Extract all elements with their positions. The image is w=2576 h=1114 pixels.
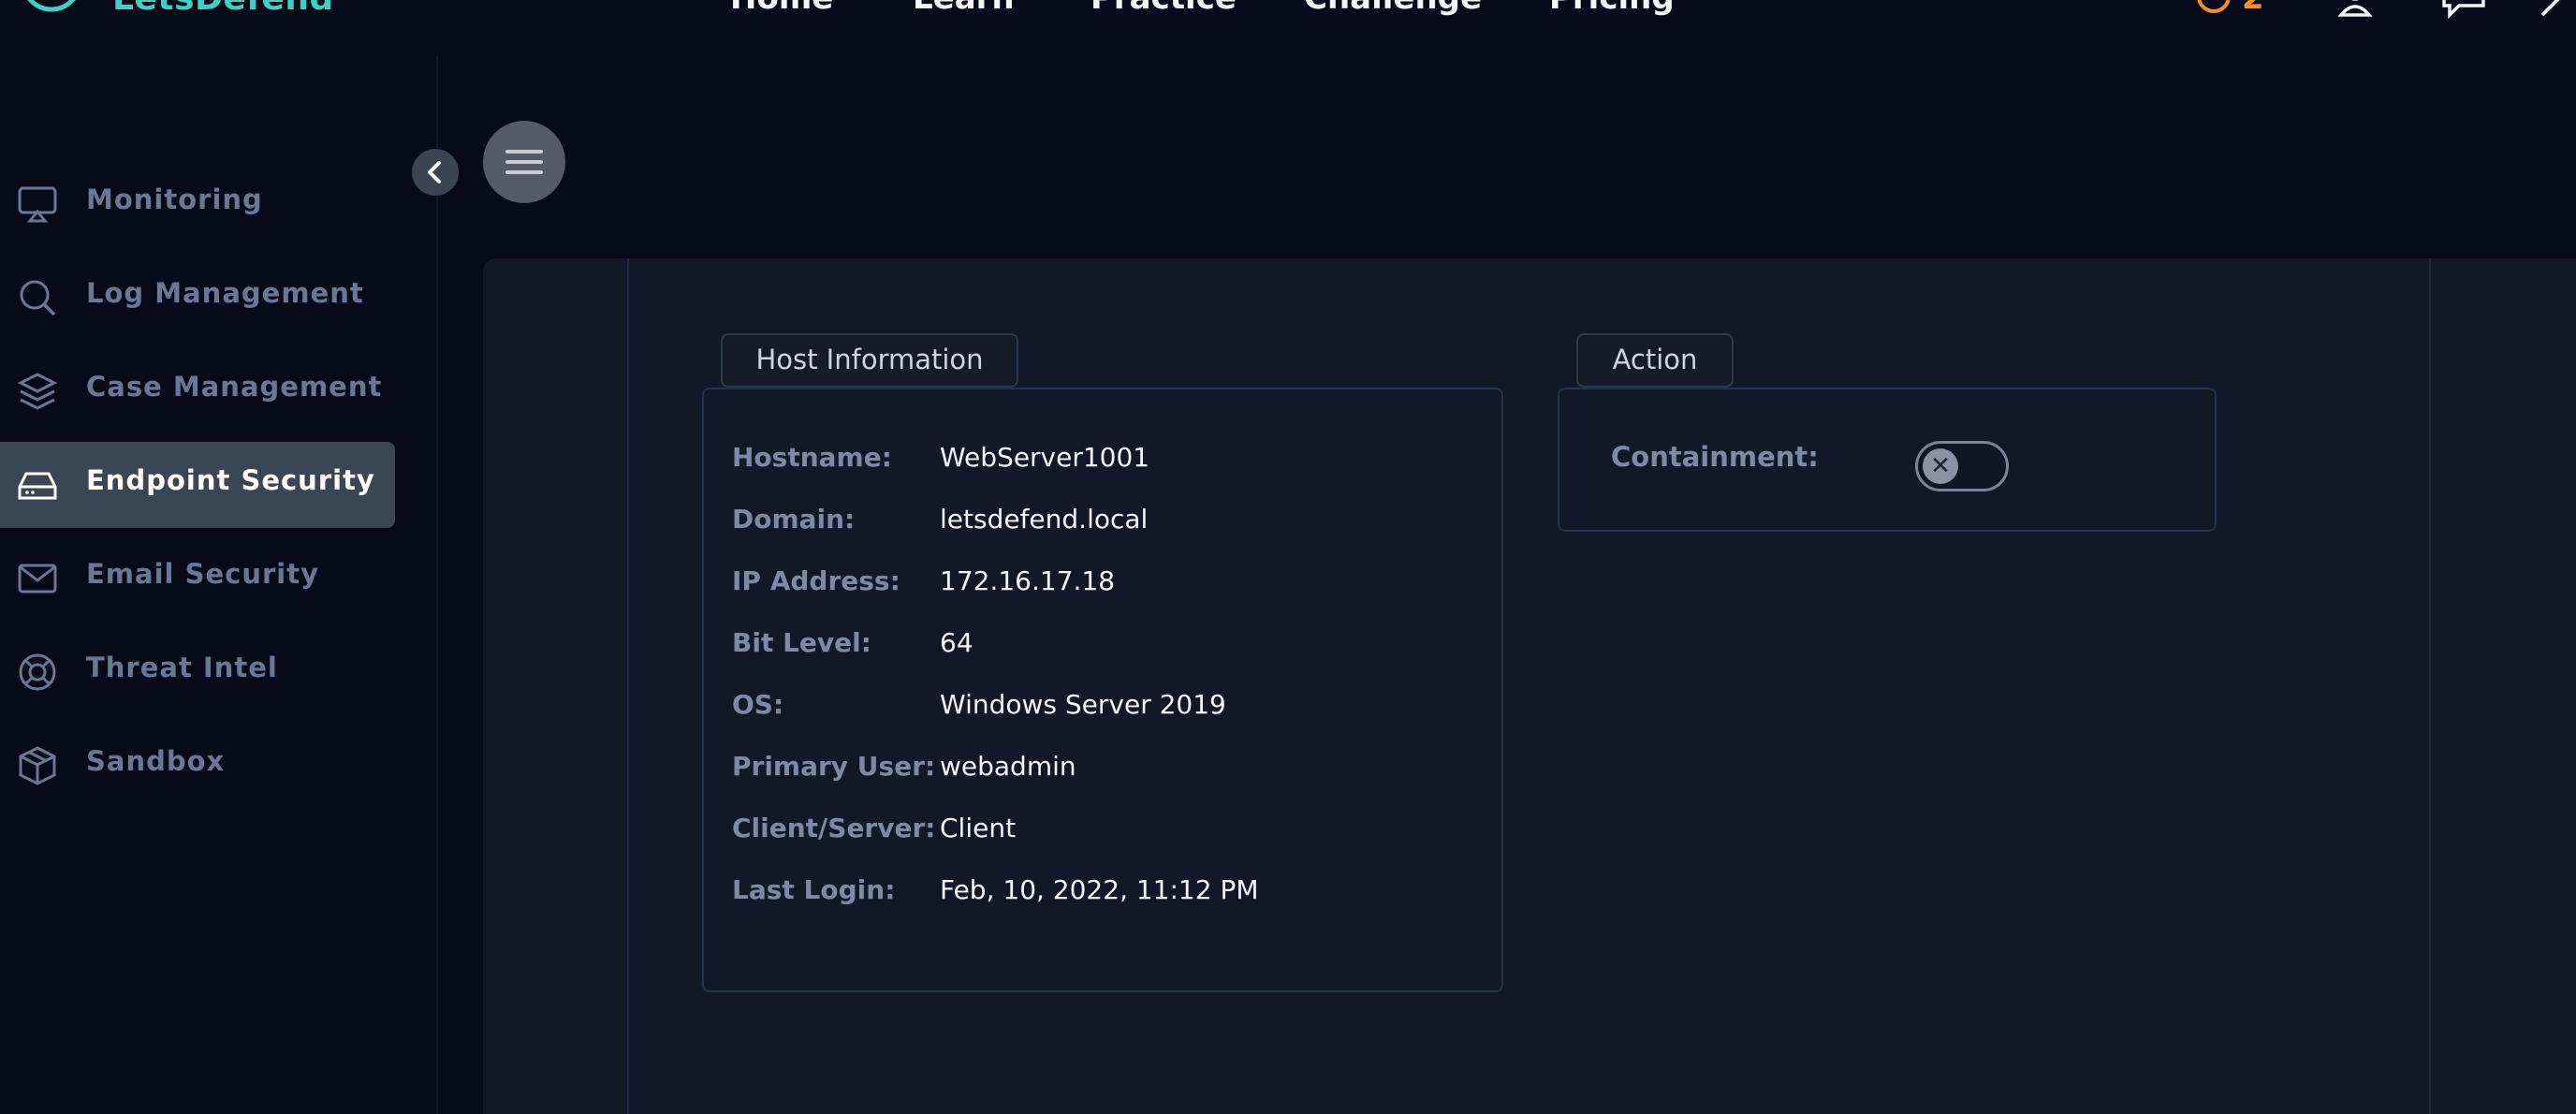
bit-level-value: 64 — [940, 627, 973, 658]
sidebar-item-label: Case Management — [86, 371, 383, 403]
ip-address-value: 172.16.17.18 — [940, 565, 1116, 596]
drive-icon — [18, 472, 57, 500]
collapse-sidebar-button[interactable] — [412, 149, 459, 196]
sidebar-item-label: Sandbox — [86, 745, 226, 777]
ip-address-label: IP Address: — [732, 565, 900, 596]
monitor-icon — [18, 186, 57, 223]
arrow-icon[interactable] — [2539, 0, 2576, 19]
sidebar-item-email-security[interactable]: Email Security — [0, 535, 395, 622]
sidebar-item-monitoring[interactable]: Monitoring — [0, 161, 395, 247]
nav-pricing[interactable]: Pricing ˅ — [1549, 0, 1702, 17]
sidebar-item-case-management[interactable]: Case Management — [0, 348, 395, 434]
search-icon — [20, 280, 56, 316]
nav-challenge[interactable]: Challenge — [1304, 0, 1482, 17]
containment-toggle[interactable]: ✕ — [1915, 441, 2009, 491]
hostname-value: WebServer1001 — [940, 442, 1150, 473]
hamburger-icon — [505, 150, 543, 174]
close-icon: ✕ — [1923, 448, 1958, 484]
last-login-value: Feb, 10, 2022, 11:12 PM — [940, 874, 1259, 905]
badge-count: 2 — [2242, 0, 2264, 17]
user-icon[interactable] — [2335, 0, 2375, 17]
hostname-label: Hostname: — [732, 442, 892, 473]
containment-label: Containment: — [1611, 441, 1819, 473]
os-value: Windows Server 2019 — [940, 689, 1226, 720]
sidebar-item-sandbox[interactable]: Sandbox — [0, 723, 395, 809]
client-server-label: Client/Server: — [732, 813, 936, 843]
nav-practice[interactable]: Practice — [1090, 0, 1237, 17]
client-server-value: Client — [940, 813, 1017, 843]
sidebar-item-label: Email Security — [86, 558, 319, 590]
panel-divider-left — [627, 258, 629, 1114]
lifebuoy-icon — [19, 653, 56, 691]
sidebar-item-threat-intel[interactable]: Threat Intel — [0, 629, 395, 715]
bit-level-label: Bit Level: — [732, 627, 871, 658]
sidebar-item-endpoint-security[interactable]: Endpoint Security — [0, 442, 395, 528]
panel-divider-right — [2429, 258, 2431, 1114]
layers-icon — [17, 373, 58, 410]
primary-user-label: Primary User: — [732, 751, 936, 782]
host-information-tab[interactable]: Host Information — [721, 333, 1018, 388]
nav-home[interactable]: Home — [730, 0, 833, 17]
sidebar-divider — [436, 56, 438, 1114]
sidebar-item-label: Threat Intel — [86, 652, 278, 683]
os-label: OS: — [732, 689, 784, 720]
action-tab[interactable]: Action — [1576, 333, 1734, 388]
nav-learn[interactable]: Learn — [913, 0, 1015, 17]
sidebar-item-log-management[interactable]: Log Management — [0, 255, 395, 341]
mail-icon — [18, 564, 57, 594]
menu-button[interactable] — [483, 121, 565, 203]
last-login-label: Last Login: — [732, 874, 896, 905]
cube-icon — [19, 746, 56, 785]
sidebar-item-label: Endpoint Security — [86, 464, 375, 496]
badge-icon[interactable] — [2195, 0, 2232, 15]
domain-value: letsdefend.local — [940, 504, 1149, 535]
primary-user-value: webadmin — [940, 751, 1076, 782]
chevron-left-icon — [428, 161, 441, 183]
sidebar-item-label: Log Management — [86, 277, 364, 309]
chat-icon[interactable] — [2440, 0, 2487, 19]
domain-label: Domain: — [732, 504, 856, 535]
sidebar: Monitoring Log Management Case Managemen… — [0, 0, 436, 1114]
sidebar-item-label: Monitoring — [86, 183, 263, 215]
